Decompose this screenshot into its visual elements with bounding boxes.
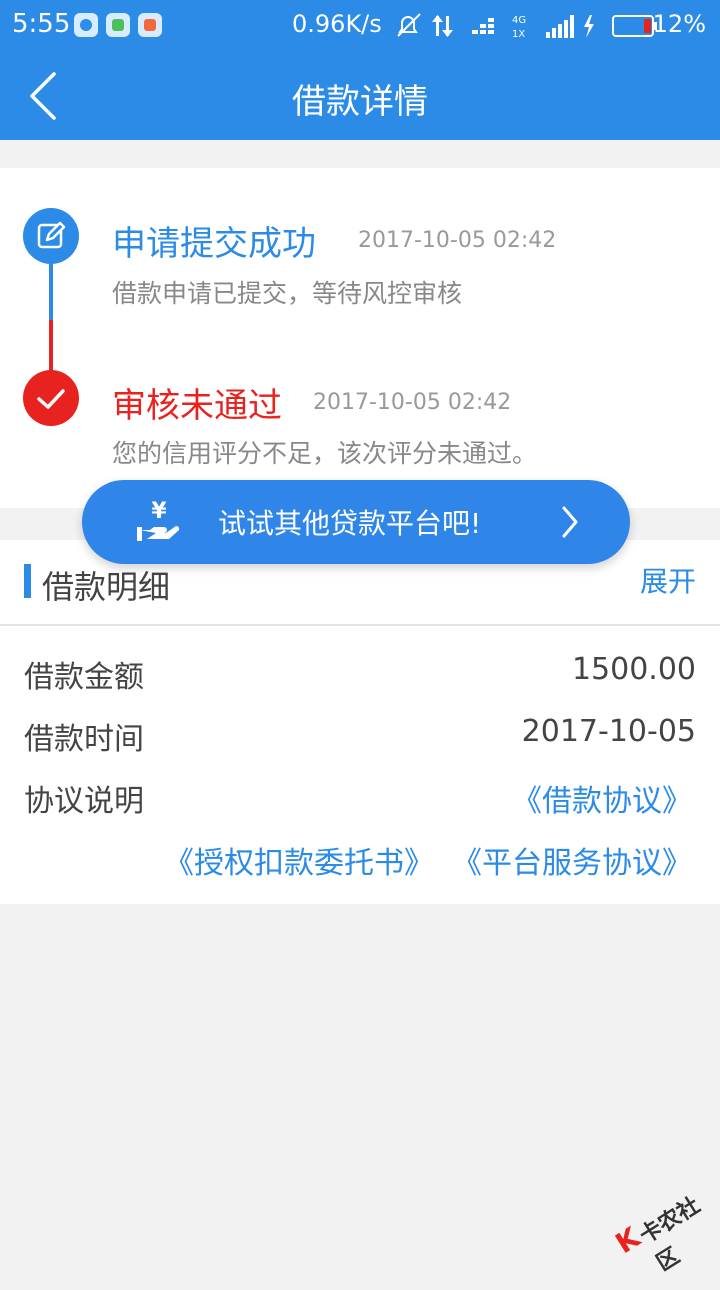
step-desc-rejected: 您的信用评分不足，该次评分未通过。 — [112, 439, 538, 468]
svg-text:¥: ¥ — [151, 499, 167, 524]
nav-bar: 借款详情 — [0, 52, 720, 140]
status-icons: 4G 1X — [397, 13, 594, 40]
promo-label: 试试其他贷款平台吧! — [218, 507, 482, 540]
notification-app-icon — [106, 13, 130, 37]
loan-agreement-link[interactable]: 《借款协议》 — [512, 776, 692, 820]
signal-bars-icon — [546, 15, 574, 38]
loan-time-value: 2017-10-05 — [521, 714, 696, 749]
loan-amount-label: 借款金额 — [24, 660, 144, 695]
notification-app-icon — [74, 13, 98, 37]
network-speed: 0.96K/s — [292, 10, 382, 38]
network-type-bottom: 1X — [512, 29, 525, 40]
charging-icon — [584, 15, 594, 38]
signal-dots-icon — [472, 18, 494, 34]
notification-app-icon — [138, 13, 162, 37]
section-title: 借款明细 — [42, 568, 171, 606]
battery-percent: 12% — [652, 10, 706, 38]
timeline-connector — [49, 264, 53, 320]
step-time-submitted: 2017-10-05 02:42 — [358, 228, 557, 253]
loan-amount-value: 1500.00 — [571, 652, 696, 687]
step-time-rejected: 2017-10-05 02:42 — [313, 390, 512, 415]
loan-status-timeline: 申请提交成功 2017-10-05 02:42 借款申请已提交，等待风控审核 审… — [0, 168, 720, 508]
data-arrows-icon — [432, 15, 453, 37]
status-bar: 5:55 0.96K/s 4G 1X 12% — [0, 0, 720, 52]
status-time: 5:55 — [12, 9, 71, 39]
battery-icon — [612, 15, 657, 37]
watermark-text: 卡农社区 — [635, 1192, 705, 1277]
hand-money-icon: ¥ — [137, 499, 180, 541]
top-bar: 5:55 0.96K/s 4G 1X 12% 借款详情 — [0, 0, 720, 140]
step-desc-submitted: 借款申请已提交，等待风控审核 — [112, 279, 463, 308]
try-other-platforms-button[interactable]: ¥ 试试其他贷款平台吧! — [82, 480, 630, 564]
platform-service-agreement-link[interactable]: 《平台服务协议》 — [452, 838, 692, 882]
step-title-submitted: 申请提交成功 — [112, 224, 316, 264]
loan-time-label: 借款时间 — [24, 722, 144, 757]
step-title-rejected: 审核未通过 — [112, 386, 282, 426]
edit-icon — [23, 208, 79, 264]
watermark-logo: K 卡农社区 — [604, 1165, 720, 1277]
mute-icon — [397, 13, 421, 37]
loan-detail-card: 借款明细 展开 借款金额 1500.00 借款时间 2017-10-05 协议说… — [0, 540, 720, 904]
agreement-label: 协议说明 — [24, 784, 144, 819]
debit-authorization-link[interactable]: 《授权扣款委托书》 — [164, 838, 434, 882]
section-marker — [24, 564, 31, 598]
divider — [0, 624, 720, 626]
expand-button[interactable]: 展开 — [640, 560, 696, 600]
network-type-top: 4G — [512, 15, 526, 26]
chevron-right-icon — [562, 506, 578, 538]
check-icon — [23, 370, 79, 426]
page-title: 借款详情 — [292, 82, 428, 122]
timeline-connector — [49, 320, 53, 376]
